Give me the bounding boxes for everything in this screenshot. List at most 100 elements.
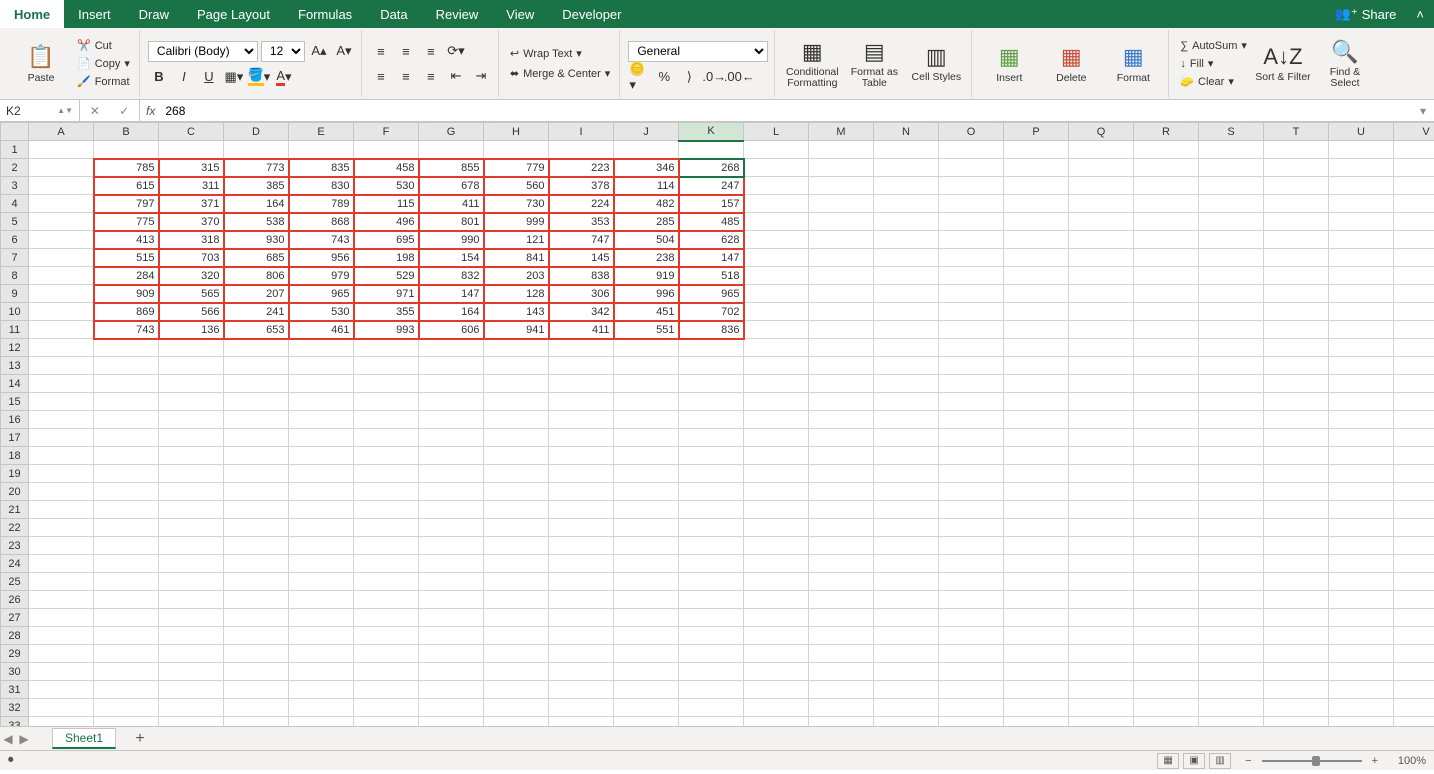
cell-R29[interactable] xyxy=(1134,645,1199,663)
row-header-30[interactable]: 30 xyxy=(1,663,29,681)
cell-T24[interactable] xyxy=(1264,555,1329,573)
cell-O17[interactable] xyxy=(939,429,1004,447)
cell-R20[interactable] xyxy=(1134,483,1199,501)
cell-H13[interactable] xyxy=(484,357,549,375)
cell-H8[interactable]: 203 xyxy=(484,267,549,285)
cell-I15[interactable] xyxy=(549,393,614,411)
cell-N26[interactable] xyxy=(874,591,939,609)
cell-F26[interactable] xyxy=(354,591,419,609)
cell-Q19[interactable] xyxy=(1069,465,1134,483)
cell-L28[interactable] xyxy=(744,627,809,645)
cell-O28[interactable] xyxy=(939,627,1004,645)
cell-Q21[interactable] xyxy=(1069,501,1134,519)
cell-Q28[interactable] xyxy=(1069,627,1134,645)
cell-M20[interactable] xyxy=(809,483,874,501)
cell-F17[interactable] xyxy=(354,429,419,447)
cell-N6[interactable] xyxy=(874,231,939,249)
row-header-18[interactable]: 18 xyxy=(1,447,29,465)
cell-I19[interactable] xyxy=(549,465,614,483)
cell-K15[interactable] xyxy=(679,393,744,411)
cell-F19[interactable] xyxy=(354,465,419,483)
cell-J18[interactable] xyxy=(614,447,679,465)
cell-C20[interactable] xyxy=(159,483,224,501)
cell-O33[interactable] xyxy=(939,717,1004,727)
cell-T6[interactable] xyxy=(1264,231,1329,249)
cell-T22[interactable] xyxy=(1264,519,1329,537)
cell-N27[interactable] xyxy=(874,609,939,627)
conditional-formatting-button[interactable]: ▦Conditional Formatting xyxy=(783,39,841,89)
cell-U28[interactable] xyxy=(1329,627,1394,645)
cell-E10[interactable]: 530 xyxy=(289,303,354,321)
comma-icon[interactable]: ⟩ xyxy=(678,67,700,87)
cell-J13[interactable] xyxy=(614,357,679,375)
cell-E3[interactable]: 830 xyxy=(289,177,354,195)
cell-H10[interactable]: 143 xyxy=(484,303,549,321)
cell-T12[interactable] xyxy=(1264,339,1329,357)
col-header-L[interactable]: L xyxy=(744,123,809,141)
cell-C25[interactable] xyxy=(159,573,224,591)
cell-K5[interactable]: 485 xyxy=(679,213,744,231)
cell-A14[interactable] xyxy=(29,375,94,393)
cell-F12[interactable] xyxy=(354,339,419,357)
cell-K12[interactable] xyxy=(679,339,744,357)
cell-I5[interactable]: 353 xyxy=(549,213,614,231)
cell-R21[interactable] xyxy=(1134,501,1199,519)
cell-D3[interactable]: 385 xyxy=(224,177,289,195)
cell-I32[interactable] xyxy=(549,699,614,717)
cell-V3[interactable] xyxy=(1394,177,1434,195)
cell-N3[interactable] xyxy=(874,177,939,195)
cell-U18[interactable] xyxy=(1329,447,1394,465)
cell-U19[interactable] xyxy=(1329,465,1394,483)
cell-U22[interactable] xyxy=(1329,519,1394,537)
cell-K7[interactable]: 147 xyxy=(679,249,744,267)
cell-Q26[interactable] xyxy=(1069,591,1134,609)
cell-P2[interactable] xyxy=(1004,159,1069,177)
cell-C7[interactable]: 703 xyxy=(159,249,224,267)
cell-O26[interactable] xyxy=(939,591,1004,609)
cell-S32[interactable] xyxy=(1199,699,1264,717)
cell-G22[interactable] xyxy=(419,519,484,537)
cell-L13[interactable] xyxy=(744,357,809,375)
cell-B28[interactable] xyxy=(94,627,159,645)
cell-N20[interactable] xyxy=(874,483,939,501)
cell-U3[interactable] xyxy=(1329,177,1394,195)
cell-L2[interactable] xyxy=(744,159,809,177)
cell-I30[interactable] xyxy=(549,663,614,681)
cell-B13[interactable] xyxy=(94,357,159,375)
cell-Q31[interactable] xyxy=(1069,681,1134,699)
cell-K16[interactable] xyxy=(679,411,744,429)
cell-J14[interactable] xyxy=(614,375,679,393)
cell-U1[interactable] xyxy=(1329,141,1394,159)
cell-H15[interactable] xyxy=(484,393,549,411)
cell-K24[interactable] xyxy=(679,555,744,573)
cell-F13[interactable] xyxy=(354,357,419,375)
cell-Q25[interactable] xyxy=(1069,573,1134,591)
cell-G27[interactable] xyxy=(419,609,484,627)
cell-T32[interactable] xyxy=(1264,699,1329,717)
cell-S3[interactable] xyxy=(1199,177,1264,195)
cell-L9[interactable] xyxy=(744,285,809,303)
cell-M24[interactable] xyxy=(809,555,874,573)
cell-S10[interactable] xyxy=(1199,303,1264,321)
cell-K10[interactable]: 702 xyxy=(679,303,744,321)
cell-M2[interactable] xyxy=(809,159,874,177)
expand-formula-icon[interactable]: ▾ xyxy=(1412,104,1434,118)
cell-D14[interactable] xyxy=(224,375,289,393)
cell-D29[interactable] xyxy=(224,645,289,663)
tab-home[interactable]: Home xyxy=(0,0,64,28)
cell-K28[interactable] xyxy=(679,627,744,645)
cell-J25[interactable] xyxy=(614,573,679,591)
cell-K8[interactable]: 518 xyxy=(679,267,744,285)
cell-H31[interactable] xyxy=(484,681,549,699)
add-sheet-button[interactable]: + xyxy=(128,729,152,749)
cell-O20[interactable] xyxy=(939,483,1004,501)
zoom-out-button[interactable]: − xyxy=(1245,755,1251,767)
row-header-12[interactable]: 12 xyxy=(1,339,29,357)
cell-M18[interactable] xyxy=(809,447,874,465)
cell-L1[interactable] xyxy=(744,141,809,159)
cell-C12[interactable] xyxy=(159,339,224,357)
cell-O21[interactable] xyxy=(939,501,1004,519)
cell-I23[interactable] xyxy=(549,537,614,555)
cell-I3[interactable]: 378 xyxy=(549,177,614,195)
cell-E1[interactable] xyxy=(289,141,354,159)
